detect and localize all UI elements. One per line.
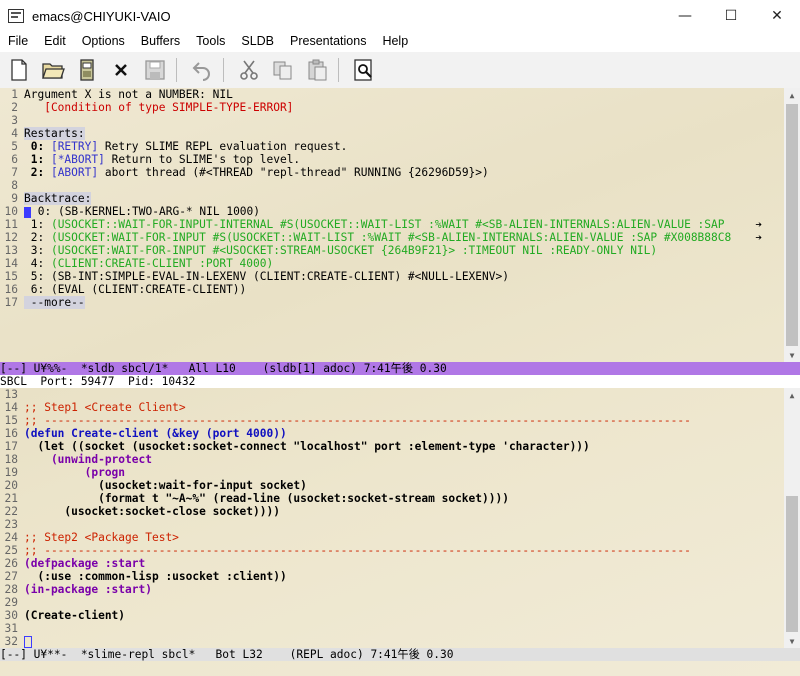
search-icon[interactable] bbox=[349, 55, 379, 85]
close-button[interactable]: ✕ bbox=[754, 0, 800, 32]
close-x-icon[interactable] bbox=[106, 55, 136, 85]
sldb-modeline: [--] U¥%%- *sldb sbcl/1* All L10 (sldb[1… bbox=[0, 362, 800, 375]
frame-6[interactable]: 16 6: (EVAL (CLIENT:CREATE-CLIENT)) bbox=[0, 283, 784, 296]
toolbar-separator bbox=[223, 58, 224, 82]
menu-bar: File Edit Options Buffers Tools SLDB Pre… bbox=[0, 32, 800, 50]
toolbar bbox=[0, 52, 800, 89]
window-title: emacs@CHIYUKI-VAIO bbox=[32, 8, 171, 24]
frame-5[interactable]: 15 5: (SB-INT:SIMPLE-EVAL-IN-LEXENV (CLI… bbox=[0, 270, 784, 283]
scroll-down-icon[interactable]: ▼ bbox=[784, 634, 800, 648]
repl-cursor bbox=[24, 636, 32, 648]
menu-file[interactable]: File bbox=[0, 34, 36, 48]
window-controls: — ☐ ✕ bbox=[662, 0, 800, 32]
backtrace-heading: Backtrace: bbox=[24, 192, 92, 205]
more-link[interactable]: 17 --more-- bbox=[0, 296, 784, 309]
open-folder-icon[interactable] bbox=[38, 55, 68, 85]
menu-options[interactable]: Options bbox=[74, 34, 133, 48]
line-continuation-icon: ➔ bbox=[755, 231, 762, 244]
comment-step2: ;; Step2 <Package Test> bbox=[24, 531, 179, 544]
scroll-down-icon[interactable]: ▼ bbox=[784, 348, 800, 362]
frame-0[interactable]: 10 0: (SB-KERNEL:TWO-ARG-* NIL 1000) bbox=[0, 205, 784, 218]
menu-help[interactable]: Help bbox=[374, 34, 416, 48]
sbcl-status-line: SBCL Port: 59477 Pid: 10432 bbox=[0, 375, 800, 388]
menu-sldb[interactable]: SLDB bbox=[233, 34, 282, 48]
scroll-thumb[interactable] bbox=[786, 104, 798, 346]
scroll-up-icon[interactable]: ▲ bbox=[784, 88, 800, 102]
menu-tools[interactable]: Tools bbox=[188, 34, 233, 48]
frame-1[interactable]: 11 1: (USOCKET::WAIT-FOR-INPUT-INTERNAL … bbox=[0, 218, 784, 231]
save-disk-icon[interactable] bbox=[72, 55, 102, 85]
cut-icon[interactable] bbox=[234, 55, 264, 85]
scroll-up-icon[interactable]: ▲ bbox=[784, 388, 800, 402]
new-file-icon[interactable] bbox=[4, 55, 34, 85]
repl-buffer[interactable]: 13 14;; Step1 <Create Client> 15;; -----… bbox=[0, 388, 784, 648]
sldb-buffer[interactable]: 1 Argument X is not a NUMBER: NIL 2 [Cond… bbox=[0, 88, 784, 362]
line-continuation-icon: ➔ bbox=[755, 218, 762, 231]
frame-4[interactable]: 14 4: (CLIENT:CREATE-CLIENT :PORT 4000) bbox=[0, 257, 784, 270]
maximize-button[interactable]: ☐ bbox=[708, 0, 754, 32]
repl-scrollbar[interactable]: ▲ ▼ bbox=[784, 388, 800, 648]
comment-step1: ;; Step1 <Create Client> bbox=[24, 401, 186, 414]
cursor bbox=[24, 206, 31, 218]
editor-area: 1 Argument X is not a NUMBER: NIL 2 [Cond… bbox=[0, 88, 800, 676]
minimize-button[interactable]: — bbox=[662, 0, 708, 32]
sldb-scrollbar[interactable]: ▲ ▼ bbox=[784, 88, 800, 362]
copy-icon[interactable] bbox=[268, 55, 298, 85]
toolbar-separator bbox=[176, 58, 177, 82]
scroll-thumb[interactable] bbox=[786, 496, 798, 632]
restart-retry[interactable]: 5 0: [RETRY] Retry SLIME REPL evaluation… bbox=[0, 140, 784, 153]
menu-edit[interactable]: Edit bbox=[36, 34, 74, 48]
title-bar: emacs@CHIYUKI-VAIO — ☐ ✕ bbox=[0, 0, 800, 32]
toolbar-separator bbox=[338, 58, 339, 82]
paste-icon[interactable] bbox=[302, 55, 332, 85]
save-icon[interactable] bbox=[140, 55, 170, 85]
error-message: Argument X is not a NUMBER: NIL bbox=[24, 88, 233, 101]
repl-modeline: [--] U¥**- *slime-repl sbcl* Bot L32 (RE… bbox=[0, 648, 800, 661]
condition-type: [Condition of type SIMPLE-TYPE-ERROR] bbox=[24, 101, 294, 114]
restart-abort-thread[interactable]: 7 2: [ABORT] abort thread (#<THREAD "rep… bbox=[0, 166, 784, 179]
emacs-app-icon bbox=[8, 9, 24, 23]
menu-presentations[interactable]: Presentations bbox=[282, 34, 374, 48]
frame-2[interactable]: 12 2: (USOCKET:WAIT-FOR-INPUT #S(USOCKET… bbox=[0, 231, 784, 244]
restarts-heading: Restarts: bbox=[24, 127, 85, 140]
undo-icon[interactable] bbox=[187, 55, 217, 85]
restart-abort-top[interactable]: 6 1: [*ABORT] Return to SLIME's top leve… bbox=[0, 153, 784, 166]
frame-3[interactable]: 13 3: (USOCKET:WAIT-FOR-INPUT #<USOCKET:… bbox=[0, 244, 784, 257]
menu-buffers[interactable]: Buffers bbox=[133, 34, 188, 48]
